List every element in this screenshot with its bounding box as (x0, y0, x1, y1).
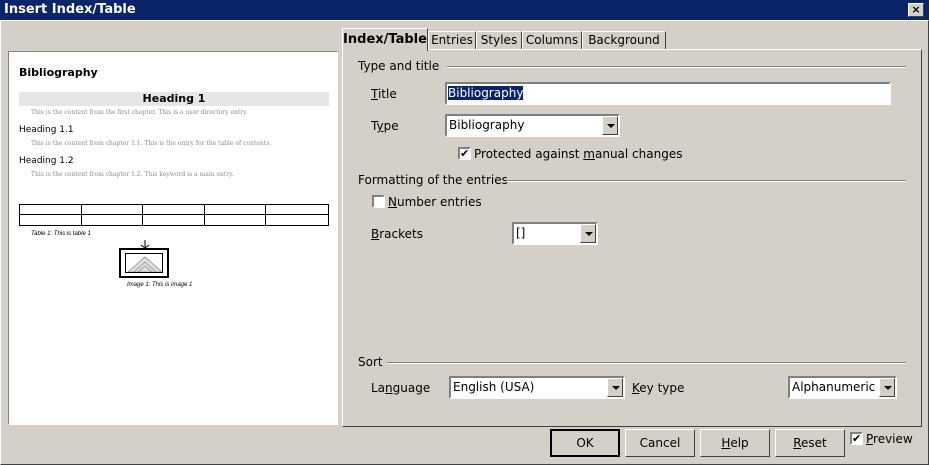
number-entries-checkbox[interactable] (372, 195, 385, 208)
language-dropdown[interactable]: English (USA) (449, 376, 625, 399)
preview-heading-1-2: Heading 1.2 (19, 156, 74, 166)
tab-columns[interactable]: Columns (522, 31, 582, 50)
cancel-button[interactable]: Cancel (625, 429, 695, 457)
chevron-down-icon[interactable] (607, 378, 623, 397)
sort-divider (387, 362, 906, 364)
protected-checkbox[interactable]: ✔ (458, 147, 471, 160)
preview-checkbox-label: Preview (866, 432, 913, 446)
language-dropdown-value: English (USA) (453, 380, 535, 394)
preview-text-1-1: This is the content from chapter 1.1. Th… (31, 140, 272, 147)
preview-text-1: This is the content from the first chapt… (31, 109, 248, 116)
number-entries-label: Number entries (388, 195, 482, 209)
tab-index-table[interactable]: Index/Table (342, 28, 428, 51)
language-label: Language (371, 381, 431, 395)
tab-background[interactable]: Background (582, 31, 666, 50)
preview-heading-1-1: Heading 1.1 (19, 125, 74, 135)
type-and-title-divider (447, 66, 906, 68)
key-type-dropdown-value: Alphanumeric (792, 380, 876, 394)
type-label: Type (371, 119, 399, 133)
brackets-dropdown[interactable]: [] (512, 222, 598, 245)
preview-image-icon (125, 253, 163, 273)
key-type-label: Key type (632, 381, 685, 395)
sort-group-label: Sort (358, 355, 383, 369)
preview-image-caption: Image 1: This is image 1 (127, 282, 193, 288)
ok-button[interactable]: OK (550, 429, 620, 457)
tab-styles[interactable]: Styles (476, 31, 522, 50)
index-preview-pane: Bibliography Heading 1 This is the conte… (8, 51, 338, 425)
help-button[interactable]: Help (700, 429, 770, 457)
reset-button[interactable]: Reset (775, 429, 845, 457)
type-dropdown[interactable]: Bibliography (445, 114, 620, 137)
type-and-title-group-label: Type and title (358, 59, 440, 73)
preview-title: Bibliography (19, 66, 98, 79)
brackets-label: Brackets (371, 227, 423, 241)
chevron-down-icon[interactable] (580, 224, 596, 243)
title-label: Title (371, 87, 397, 101)
index-table-tab-panel: Type and title Title Bibliography Type B… (342, 49, 922, 427)
brackets-dropdown-value: [] (516, 226, 526, 240)
tab-entries[interactable]: Entries (428, 31, 476, 50)
protected-label: Protected against manual changes (474, 147, 683, 161)
preview-text-1-2: This is the content from chapter 1.2. Th… (31, 171, 234, 178)
preview-table-caption: Table 1: This is table 1 (31, 231, 91, 237)
close-icon[interactable]: × (908, 3, 924, 17)
preview-table (19, 204, 329, 226)
preview-checkbox[interactable]: ✔ (850, 432, 863, 445)
preview-heading-1: Heading 1 (19, 92, 329, 106)
formatting-divider (506, 180, 906, 182)
formatting-group-label: Formatting of the entries (358, 173, 508, 187)
window-titlebar: Insert Index/Table × (0, 0, 929, 20)
preview-image-frame (119, 248, 169, 278)
title-input[interactable]: Bibliography (445, 82, 891, 105)
key-type-dropdown[interactable]: Alphanumeric (788, 376, 897, 399)
title-input-value: Bibliography (448, 86, 524, 100)
chevron-down-icon[interactable] (602, 116, 618, 135)
type-dropdown-value: Bibliography (449, 118, 525, 132)
window-title: Insert Index/Table (4, 2, 136, 17)
chevron-down-icon[interactable] (879, 378, 895, 397)
